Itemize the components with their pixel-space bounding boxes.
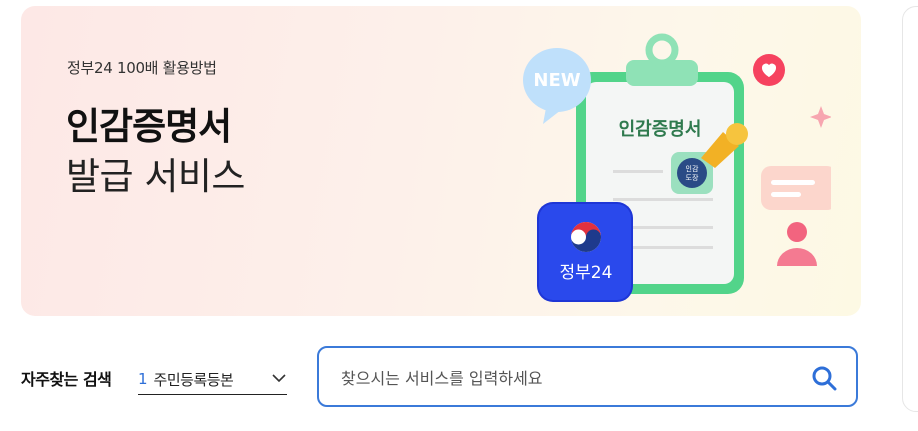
banner-illustration: 인감증명서 인감 도장 NEW 정부24 <box>523 33 831 302</box>
svg-text:인감: 인감 <box>686 164 699 173</box>
search-icon[interactable] <box>810 364 838 392</box>
sparkle-icon <box>810 106 831 128</box>
quick-search-select[interactable]: 1 주민등록등본 <box>138 364 287 395</box>
search-input[interactable] <box>339 362 783 394</box>
quick-search-number: 1 <box>138 370 148 388</box>
quick-search-selected: 주민등록등본 <box>153 370 234 389</box>
clipboard-title: 인감증명서 <box>619 119 702 140</box>
banner-title: 인감증명서 <box>66 105 232 148</box>
promo-banner[interactable]: 정부24 100배 활용방법 인감증명서 발급 서비스 인감증명서 인감 도장 <box>21 6 861 316</box>
person-icon <box>777 222 817 266</box>
quick-search: 자주찾는 검색 <box>21 346 112 410</box>
chat-bubble-icon <box>761 166 831 210</box>
svg-text:정부24: 정부24 <box>560 263 613 283</box>
search-box <box>317 346 858 407</box>
heart-icon <box>753 54 785 86</box>
svg-text:도장: 도장 <box>686 173 699 182</box>
quick-search-label: 자주찾는 검색 <box>21 370 112 389</box>
gov24-app-icon: 정부24 <box>537 202 633 302</box>
side-panel <box>902 6 918 412</box>
chevron-down-icon <box>272 374 286 383</box>
banner-subtitle: 발급 서비스 <box>66 155 245 198</box>
svg-text:NEW: NEW <box>533 70 580 91</box>
banner-eyebrow: 정부24 100배 활용방법 <box>67 59 217 77</box>
